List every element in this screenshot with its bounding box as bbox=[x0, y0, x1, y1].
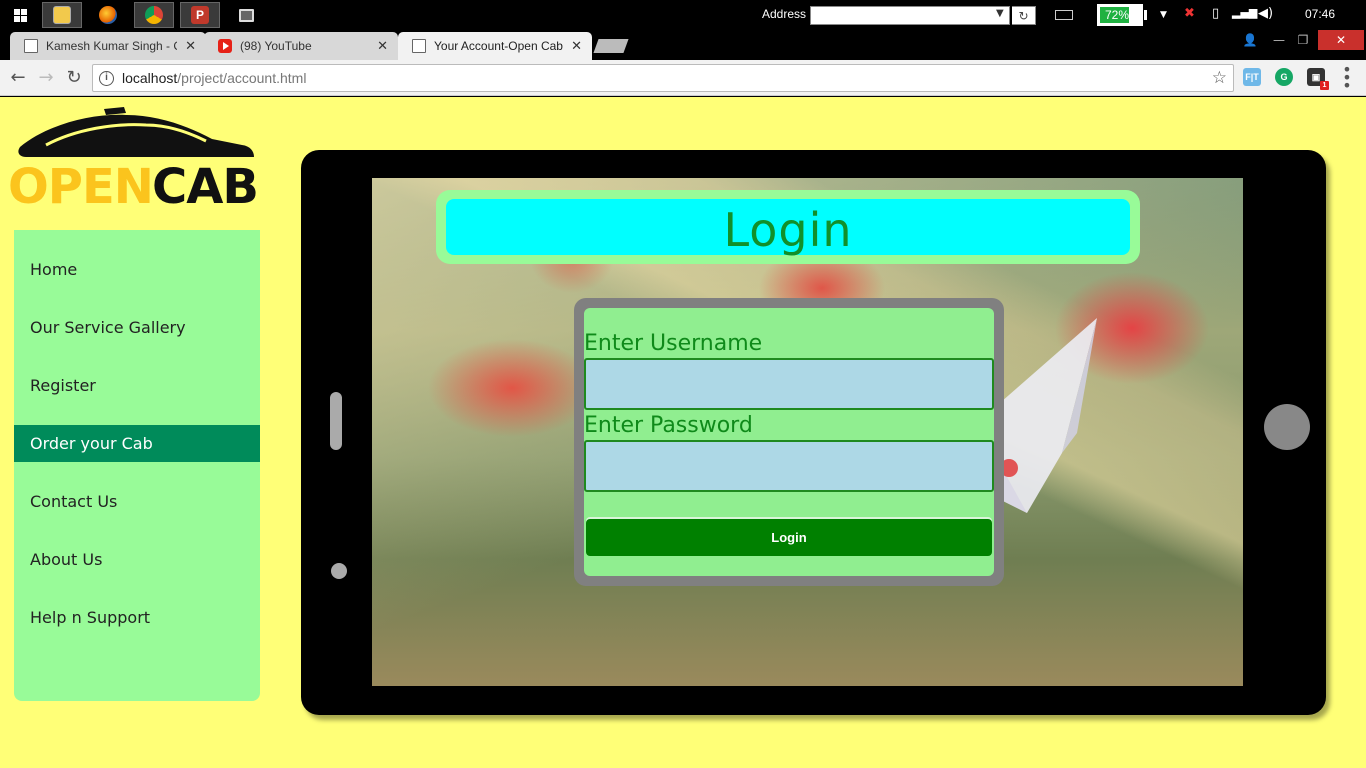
omnibox[interactable]: i localhost/project/account.html ☆ bbox=[92, 64, 1234, 92]
url-path: /project/account.html bbox=[177, 70, 307, 86]
browser-tab-strip: Kamesh Kumar Singh - C ✕ (98) YouTube ✕ … bbox=[0, 30, 1366, 60]
sidebar-item-order-cab[interactable]: Order your Cab bbox=[14, 425, 260, 462]
menu-dots-icon[interactable]: • • • bbox=[1342, 62, 1352, 94]
signal-icon[interactable]: ▂▄▆ bbox=[1232, 6, 1257, 19]
app-window-icon[interactable] bbox=[226, 2, 266, 28]
login-form-inner: Enter Username Enter Password Login bbox=[584, 308, 994, 576]
sidebar-item-contact-us[interactable]: Contact Us bbox=[14, 483, 260, 520]
windows-taskbar: P Address ▼ ↻ 72% ▼ ✖ ▯ ▂▄▆ ◀) 07:46 bbox=[0, 0, 1366, 30]
tab-title: Your Account-Open Cab bbox=[434, 39, 563, 53]
fat-extension-icon[interactable]: F|T bbox=[1243, 68, 1261, 86]
reload-icon[interactable]: ↻ bbox=[62, 66, 86, 90]
firefox-icon[interactable] bbox=[88, 2, 128, 28]
url-host: localhost bbox=[122, 70, 178, 86]
keyboard-icon[interactable] bbox=[1055, 10, 1073, 20]
info-icon[interactable]: i bbox=[99, 70, 114, 86]
browser-toolbar: ← → ↻ i localhost/project/account.html ☆… bbox=[0, 60, 1366, 96]
login-header: Login bbox=[436, 190, 1140, 264]
tab-kamesh[interactable]: Kamesh Kumar Singh - C ✕ bbox=[10, 32, 206, 60]
doc-icon bbox=[24, 39, 38, 53]
tab-youtube[interactable]: (98) YouTube ✕ bbox=[204, 32, 398, 60]
forward-arrow-icon[interactable]: → bbox=[34, 66, 58, 90]
login-heading: Login bbox=[446, 199, 1130, 257]
battery-percent: 72% bbox=[1100, 7, 1129, 23]
windows-start-icon[interactable] bbox=[6, 2, 34, 28]
pushbullet-icon[interactable]: P bbox=[180, 2, 220, 28]
phone-icon[interactable]: ▯ bbox=[1212, 6, 1219, 21]
tab-your-account[interactable]: Your Account-Open Cab ✕ bbox=[398, 32, 592, 60]
tablet-home-button bbox=[1264, 404, 1310, 450]
volume-icon[interactable]: ◀) bbox=[1258, 6, 1273, 21]
close-window-button[interactable]: ✕ bbox=[1318, 30, 1364, 50]
address-toolbar-label: Address bbox=[762, 7, 807, 21]
doc-icon bbox=[412, 39, 426, 53]
tray-expand-icon[interactable]: ▼ bbox=[1160, 10, 1167, 20]
tablet-camera-dot bbox=[331, 563, 347, 579]
sidebar-item-help-support[interactable]: Help n Support bbox=[14, 599, 260, 636]
youtube-icon bbox=[218, 39, 232, 53]
username-label: Enter Username bbox=[584, 331, 763, 356]
back-arrow-icon[interactable]: ← bbox=[6, 66, 30, 90]
address-toolbar-input[interactable] bbox=[810, 6, 1010, 25]
refresh-icon[interactable]: ↻ bbox=[1012, 6, 1036, 25]
login-submit-button[interactable]: Login bbox=[586, 519, 992, 556]
close-icon[interactable]: ✕ bbox=[185, 38, 196, 54]
logo-word-open: OPEN bbox=[8, 159, 153, 211]
battery-nub bbox=[1144, 10, 1147, 20]
open-cab-logo[interactable]: OPEN CAB bbox=[6, 103, 262, 215]
clock[interactable]: 07:46 bbox=[1305, 7, 1335, 21]
tab-title: (98) YouTube bbox=[240, 39, 312, 53]
battery-indicator[interactable]: 72% bbox=[1097, 4, 1143, 26]
network-error-icon[interactable]: ✖ bbox=[1184, 6, 1195, 21]
logo-word-cab: CAB bbox=[152, 159, 258, 211]
password-label: Enter Password bbox=[584, 413, 753, 438]
sidebar-item-register[interactable]: Register bbox=[14, 367, 260, 404]
extension-badge-icon[interactable]: ▣ bbox=[1307, 68, 1329, 90]
chevron-down-icon[interactable]: ▼ bbox=[996, 8, 1004, 19]
sidebar-item-about-us[interactable]: About Us bbox=[14, 541, 260, 578]
close-icon[interactable]: ✕ bbox=[377, 38, 388, 54]
chrome-icon[interactable] bbox=[134, 2, 174, 28]
new-tab-button[interactable] bbox=[593, 39, 629, 53]
grammarly-icon[interactable]: G bbox=[1275, 68, 1293, 86]
file-explorer-icon[interactable] bbox=[42, 2, 82, 28]
tab-title: Kamesh Kumar Singh - C bbox=[46, 39, 178, 53]
username-input[interactable] bbox=[584, 358, 994, 410]
sidebar-item-home[interactable]: Home bbox=[14, 251, 260, 288]
omnibox-url[interactable]: localhost/project/account.html bbox=[122, 70, 306, 86]
sidebar-nav: Home Our Service Gallery Register Order … bbox=[14, 230, 260, 701]
login-form: Enter Username Enter Password Login bbox=[574, 298, 1004, 586]
password-input[interactable] bbox=[584, 440, 994, 492]
tablet-side-button bbox=[330, 392, 342, 450]
bookmark-star-icon[interactable]: ☆ bbox=[1212, 68, 1227, 88]
sidebar-item-service-gallery[interactable]: Our Service Gallery bbox=[14, 309, 260, 346]
close-icon[interactable]: ✕ bbox=[571, 38, 582, 54]
page-content: OPEN CAB Home Our Service Gallery Regist… bbox=[0, 97, 1366, 768]
